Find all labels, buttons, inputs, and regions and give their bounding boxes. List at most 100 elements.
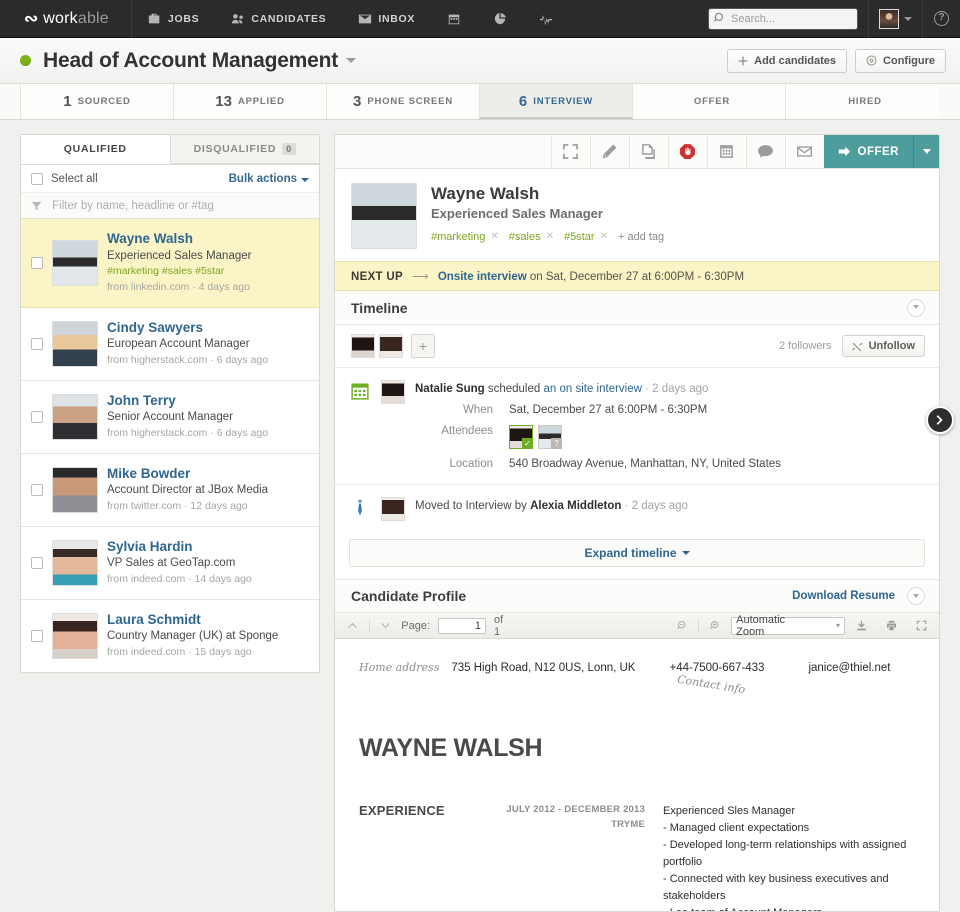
collapse-profile-button[interactable] [907,587,925,605]
tag[interactable]: #marketing [431,231,485,243]
calendar-icon [718,143,735,160]
tab-qualified[interactable]: QUALIFIED [21,135,171,164]
row-checkbox[interactable] [31,411,43,423]
copy-button[interactable] [629,135,668,168]
zoom-in-button[interactable] [707,618,723,634]
question-icon: ? [551,438,562,449]
comment-button[interactable] [746,135,785,168]
stage-tab-phone-screen[interactable]: 3 PHONE SCREEN [327,84,480,119]
resume-contact-annotation: Contact info [359,674,915,700]
next-candidate-button[interactable] [926,406,954,434]
configure-button[interactable]: Configure [855,49,946,73]
stage-tab-applied[interactable]: 13 APPLIED [174,84,327,119]
candidate-headline: European Account Manager [107,336,268,353]
resume-experience-block: EXPERIENCE JULY 2012 - DECEMBER 2013 TRY… [359,803,915,912]
remove-tag-icon[interactable]: ✕ [490,231,498,242]
nav-item-jobs[interactable]: JOBS [132,0,215,38]
user-menu-button[interactable] [868,0,922,38]
tag[interactable]: #5star [564,231,595,243]
add-tag-button[interactable]: + add tag [618,231,664,243]
list-item[interactable]: Laura Schmidt Country Manager (UK) at Sp… [21,600,319,672]
row-checkbox[interactable] [31,257,43,269]
list-item[interactable]: Cindy Sawyers European Account Manager f… [21,308,319,381]
row-checkbox[interactable] [31,630,43,642]
remove-tag-icon[interactable]: ✕ [546,231,554,242]
nav-label-jobs: JOBS [168,13,199,25]
edit-button[interactable] [590,135,629,168]
offer-dropdown-button[interactable] [913,135,939,168]
workable-logo-text: workable [43,10,109,28]
expand-button[interactable] [551,135,590,168]
unfollow-button[interactable]: Unfollow [842,335,925,357]
add-candidates-button[interactable]: Add candidates [727,49,847,73]
offer-button[interactable]: OFFER [824,135,913,168]
download-button[interactable] [853,618,869,634]
bulk-actions-button[interactable]: Bulk actions [229,173,309,185]
job-menu-chevron-down-icon[interactable] [346,58,356,63]
list-item[interactable]: Sylvia Hardin VP Sales at GeoTap.com fro… [21,527,319,600]
resume-description: Experienced Sles Manager - Managed clien… [645,803,915,912]
schedule-button[interactable] [707,135,746,168]
select-all-checkbox[interactable] [31,173,43,185]
tie-icon [351,499,369,517]
avatar [52,240,98,286]
expand-timeline-button[interactable]: Expand timeline [349,539,925,567]
zoom-out-button[interactable] [675,618,691,634]
comment-icon [757,143,774,160]
nav-item-candidates[interactable]: CANDIDATES [215,0,342,38]
fullscreen-icon [916,620,927,631]
expand-icon [562,143,579,160]
stage-tab-interview[interactable]: 6 INTERVIEW [480,84,633,119]
row-checkbox[interactable] [31,484,43,496]
search-input[interactable] [708,8,858,30]
row-checkbox[interactable] [31,557,43,569]
pdf-fullscreen-button[interactable] [913,618,929,634]
nav-item-activity[interactable] [523,0,569,38]
nav-item-calendar[interactable] [431,0,477,38]
row-checkbox[interactable] [31,338,43,350]
list-item[interactable]: John Terry Senior Account Manager from h… [21,381,319,454]
contact-info-label: Contact info [676,673,746,697]
help-button[interactable]: ? [922,0,960,38]
candidate-name: Mike Bowder [107,465,268,483]
nav-item-inbox[interactable]: INBOX [342,0,431,38]
next-up-link[interactable]: Onsite interview [438,271,527,283]
download-resume-link[interactable]: Download Resume [792,590,895,602]
unfollow-label: Unfollow [869,340,915,352]
zoom-select[interactable]: Automatic Zoom ▾ [731,617,845,635]
tab-disqualified[interactable]: DISQUALIFIED 0 [171,135,320,164]
candidate-name: Cindy Sawyers [107,319,268,337]
event-actor: Alexia Middleton [530,500,621,512]
resume-contact-line: Home address 735 High Road, N12 0US, Lon… [359,661,915,674]
list-item[interactable]: Wayne Walsh Experienced Sales Manager #m… [21,219,319,308]
avatar[interactable] [351,334,375,358]
workable-logo[interactable]: ∾ workable [0,0,131,38]
event-link[interactable]: an on site interview [543,383,641,395]
select-all-row: Select all Bulk actions [21,165,319,193]
calendar-icon [447,12,461,26]
disqualify-button[interactable] [668,135,707,168]
collapse-timeline-button[interactable] [907,299,925,317]
tag[interactable]: #sales [509,231,541,243]
filter-input[interactable] [50,199,309,213]
add-follower-button[interactable]: + [411,334,435,358]
avatar[interactable] [379,334,403,358]
list-item[interactable]: Mike Bowder Account Director at JBox Med… [21,454,319,527]
remove-tag-icon[interactable]: ✕ [600,231,608,242]
event-actor: Natalie Sung [415,383,485,395]
avatar [52,540,98,586]
timeline-list: Natalie Sung scheduled an on site interv… [335,368,939,539]
print-button[interactable] [883,618,899,634]
stage-tab-sourced[interactable]: 1 SOURCED [20,84,174,119]
disqualified-count-badge: 0 [282,143,296,155]
list-tabs: QUALIFIED DISQUALIFIED 0 [21,135,319,165]
email-button[interactable] [785,135,824,168]
page-number-input[interactable] [438,618,486,634]
stage-tab-hired[interactable]: HIRED [786,84,938,119]
stage-tab-offer[interactable]: OFFER [633,84,786,119]
candidate-meta: from higherstack.com · 6 days ago [107,353,268,369]
avatar [52,467,98,513]
nav-item-reports[interactable] [477,0,523,38]
page-down-button[interactable] [378,618,394,634]
page-up-button[interactable] [345,618,361,634]
